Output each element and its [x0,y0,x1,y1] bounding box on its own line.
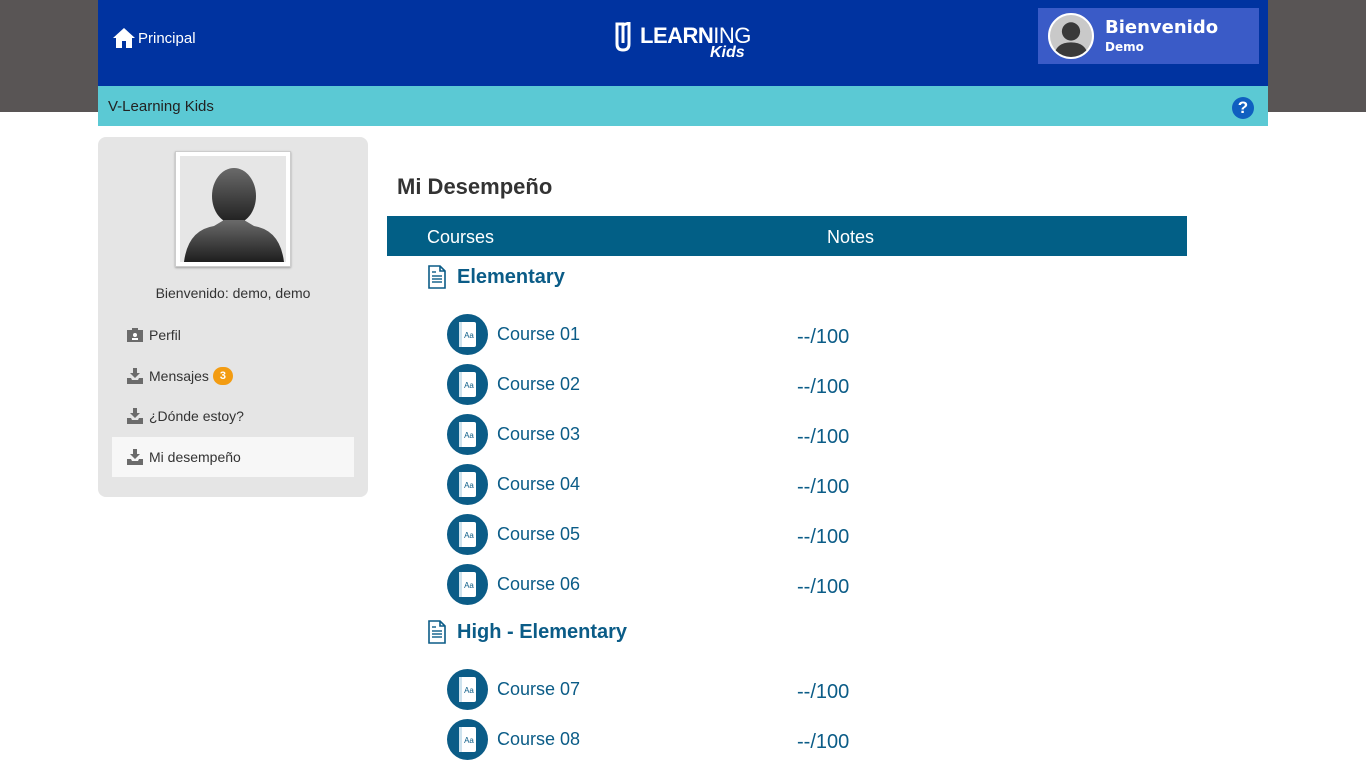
course-name: Course 04 [497,474,581,494]
book-icon: Aa [447,564,488,605]
welcome-title: Bienvenido [1105,17,1219,38]
svg-text:Aa: Aa [464,686,474,695]
sidebar-item-mi-desempeno[interactable]: Mi desempeño [112,436,354,477]
level-heading-elementary[interactable]: Elementary [427,265,565,289]
user-welcome-box[interactable]: Bienvenido Demo [1038,8,1259,64]
book-icon: Aa [447,414,488,455]
svg-text:Aa: Aa [464,381,474,390]
book-icon: Aa [447,514,488,555]
home-link[interactable]: Principal [112,24,196,52]
user-silhouette-icon [1050,15,1092,57]
course-name: Course 08 [497,729,581,749]
vlearning-logo: LEARNING Kids [615,20,755,64]
document-icon [428,265,446,289]
course-row[interactable]: Aa Course 05 --/100 [447,514,1147,556]
book-icon: Aa [447,314,488,355]
logo-mark-icon [615,22,631,52]
home-icon [113,28,135,48]
svg-text:Aa: Aa [464,331,474,340]
inbox-icon [127,448,143,465]
book-icon: Aa [447,364,488,405]
course-name: Course 01 [497,324,581,344]
inbox-icon [127,408,143,424]
course-row[interactable]: Aa Course 08 --/100 [447,719,1147,761]
id-card-icon [127,328,143,342]
course-row[interactable]: Aa Course 04 --/100 [447,464,1147,506]
sidebar-item-donde-estoy[interactable]: ¿Dónde estoy? [112,396,354,436]
messages-count-badge: 3 [212,366,234,385]
course-note: --/100 [797,731,850,753]
logo-kids: Kids [710,44,745,61]
profile-picture [175,151,291,267]
course-name: Course 03 [497,424,581,444]
help-icon[interactable]: ? [1232,97,1254,119]
avatar [1048,13,1094,59]
column-header-notes: Notes [827,227,875,247]
course-row[interactable]: Aa Course 02 --/100 [447,364,1147,406]
svg-text:Aa: Aa [464,431,474,440]
course-name: Course 07 [497,679,581,699]
svg-text:Aa: Aa [464,581,474,590]
level-name: High - Elementary [457,620,628,643]
sidebar-item-label: ¿Dónde estoy? [149,408,244,424]
course-note: --/100 [797,376,850,398]
course-note: --/100 [797,326,850,348]
table-header: Courses Notes [387,216,1187,256]
document-icon [428,620,446,644]
top-header: Principal LEARNING Kids Bienvenido Demo [98,0,1268,86]
user-silhouette-icon [180,156,286,262]
course-note: --/100 [797,526,850,548]
sidebar-item-label: Mensajes [149,367,209,384]
book-icon: Aa [447,669,488,710]
subheader-bar: V-Learning Kids ? [98,86,1268,126]
book-icon: Aa [447,719,488,760]
sidebar-item-label: Mi desempeño [149,448,241,465]
svg-text:Aa: Aa [464,531,474,540]
course-note: --/100 [797,681,850,703]
course-note: --/100 [797,576,850,598]
course-name: Course 02 [497,374,581,394]
course-row[interactable]: Aa Course 06 --/100 [447,564,1147,606]
sidebar-menu: Perfil Mensajes 3 ¿Dónde estoy? Mi desem… [112,315,354,477]
svg-text:Aa: Aa [464,481,474,490]
course-note: --/100 [797,476,850,498]
sidebar-item-mensajes[interactable]: Mensajes 3 [112,356,354,396]
level-name: Elementary [457,265,565,288]
book-icon: Aa [447,464,488,505]
sidebar-item-perfil[interactable]: Perfil [112,315,354,355]
svg-text:Aa: Aa [464,736,474,745]
home-label: Principal [138,29,196,47]
sidebar: Bienvenido: demo, demo Perfil Mensajes 3 [98,137,368,497]
inbox-icon [127,367,143,384]
welcome-username: Demo [1105,40,1144,54]
course-row[interactable]: Aa Course 03 --/100 [447,414,1147,456]
course-row[interactable]: Aa Course 01 --/100 [447,314,1147,356]
course-row[interactable]: Aa Course 07 --/100 [447,669,1147,711]
page-title: Mi Desempeño [397,174,553,199]
course-name: Course 05 [497,524,581,544]
sidebar-greeting: Bienvenido: demo, demo [155,285,311,301]
level-heading-high-elementary[interactable]: High - Elementary [427,620,627,644]
sidebar-item-label: Perfil [149,327,181,343]
site-title: V-Learning Kids [108,98,214,115]
column-header-courses: Courses [427,227,495,247]
course-note: --/100 [797,426,850,448]
course-name: Course 06 [497,574,581,594]
